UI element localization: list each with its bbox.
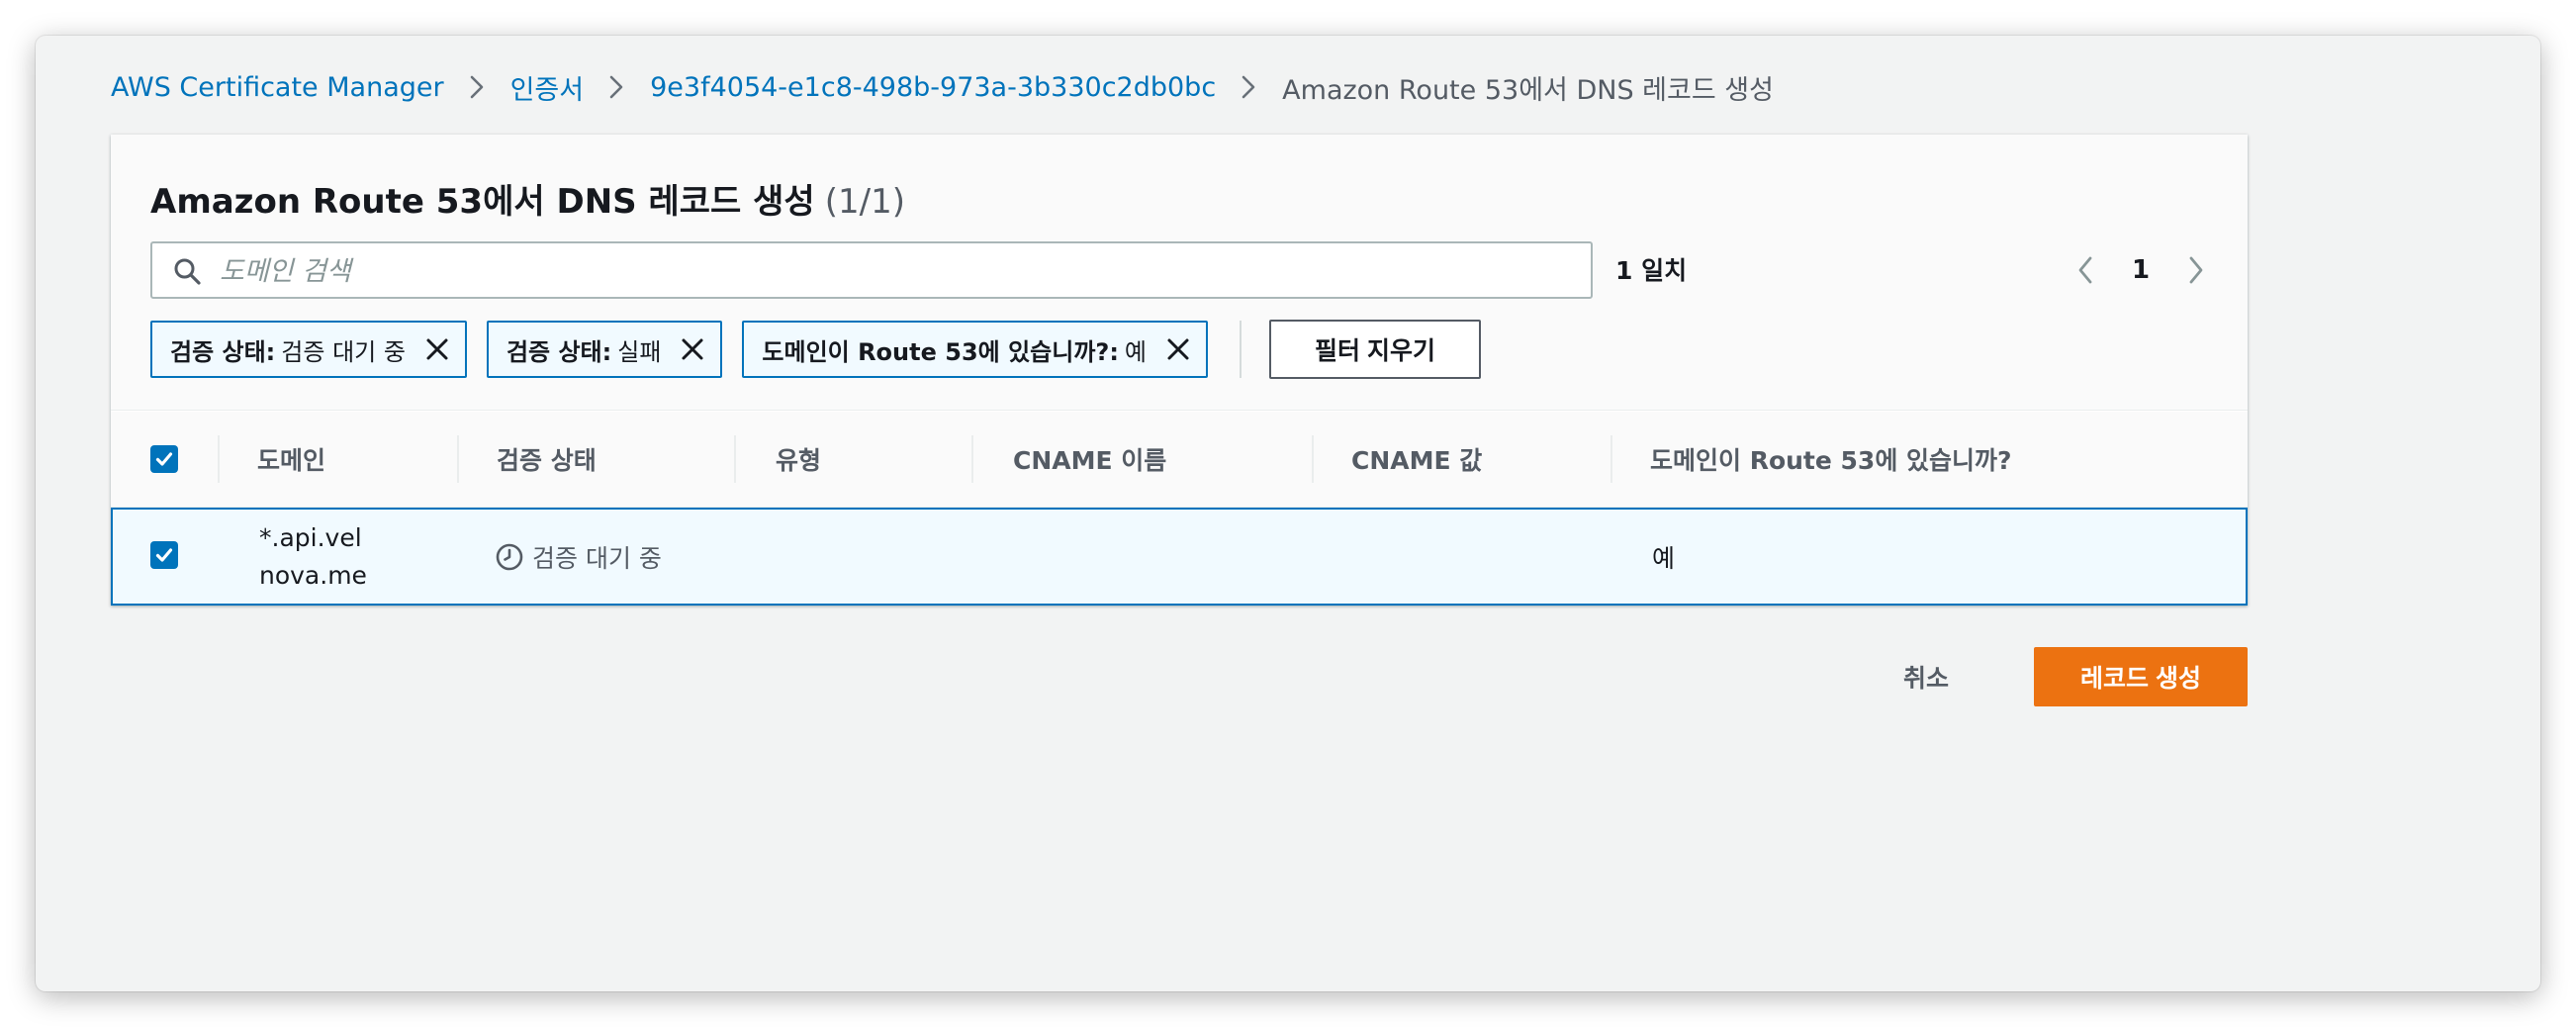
column-divider[interactable] (457, 435, 459, 483)
column-divider (218, 435, 220, 483)
panel-header: Amazon Route 53에서 DNS 레코드 생성(1/1) 1 일치 1 (111, 135, 2248, 411)
filter-token-status-pending: 검증 상태: 검증 대기 중 (150, 321, 467, 378)
chevron-right-icon (609, 75, 623, 99)
clock-icon (495, 542, 524, 572)
status-text: 검증 대기 중 (532, 543, 662, 573)
console-window: AWS Certificate Manager 인증서 9e3f4054-e1c… (36, 36, 2540, 991)
chevron-right-icon (470, 75, 484, 99)
breadcrumb-link-certificate-id[interactable]: 9e3f4054-e1c8-498b-973a-3b330c2db0bc (650, 72, 1216, 103)
pagination: 1 (2066, 241, 2216, 299)
breadcrumb-current: Amazon Route 53에서 DNS 레코드 생성 (1282, 74, 1774, 106)
cell-in-route53: 예 (1652, 543, 1676, 573)
select-all-checkbox[interactable] (150, 445, 178, 473)
clear-filters-button[interactable]: 필터 지우기 (1269, 320, 1481, 379)
chevron-right-icon (1242, 75, 1255, 99)
column-divider[interactable] (1312, 435, 1314, 483)
column-header-in-route53[interactable]: 도메인이 Route 53에 있습니까? (1650, 412, 2012, 507)
column-divider[interactable] (734, 435, 736, 483)
match-count: 1 일치 (1615, 256, 1688, 285)
page-number[interactable]: 1 (2105, 255, 2176, 285)
filter-token-value: 예 (1124, 337, 1148, 366)
filter-token-key: 도메인이 Route 53에 있습니까?: (762, 337, 1119, 366)
column-header-cname-name[interactable]: CNAME 이름 (1013, 412, 1166, 507)
filter-token-key: 검증 상태: (170, 337, 276, 366)
column-divider[interactable] (1610, 435, 1612, 483)
filter-token-value: 실패 (617, 337, 662, 366)
filter-token-status-failed: 검증 상태: 실패 (486, 321, 723, 378)
table-header: 도메인 검증 상태 유형 CNAME 이름 CNAME 값 도메인이 Route… (111, 412, 2248, 508)
panel-title-text: Amazon Route 53에서 DNS 레코드 생성 (150, 182, 815, 222)
filter-token-key: 검증 상태: (506, 337, 612, 366)
close-icon[interactable] (677, 333, 708, 365)
breadcrumb: AWS Certificate Manager 인증서 9e3f4054-e1c… (111, 65, 1774, 109)
create-records-button[interactable]: 레코드 생성 (2034, 647, 2248, 706)
search-input[interactable] (218, 249, 1577, 293)
close-icon[interactable] (421, 333, 453, 365)
cell-validation-status: 검증 대기 중 (495, 510, 662, 604)
search-icon (172, 256, 202, 290)
close-icon[interactable] (1162, 333, 1194, 365)
column-divider[interactable] (971, 435, 973, 483)
column-header-cname-value[interactable]: CNAME 값 (1351, 412, 1482, 507)
table-row[interactable]: *.api.velnova.me 검증 대기 중 예 (111, 508, 2248, 606)
filter-divider (1240, 321, 1242, 378)
cancel-button[interactable]: 취소 (1903, 647, 1949, 706)
dns-records-panel: Amazon Route 53에서 DNS 레코드 생성(1/1) 1 일치 1 (111, 135, 2248, 606)
cell-domain: *.api.velnova.me (259, 523, 367, 590)
panel-title: Amazon Route 53에서 DNS 레코드 생성 (1/1) (150, 174, 905, 223)
breadcrumb-link-acm[interactable]: AWS Certificate Manager (111, 72, 444, 103)
column-header-type[interactable]: 유형 (776, 412, 821, 507)
column-header-validation-status[interactable]: 검증 상태 (497, 412, 597, 507)
chevron-left-icon[interactable] (2066, 250, 2105, 290)
filter-token-in-route53: 도메인이 Route 53에 있습니까?: 예 (742, 321, 1209, 378)
filter-token-value: 검증 대기 중 (281, 337, 406, 366)
panel-count: (1/1) (824, 182, 905, 222)
column-header-domain[interactable]: 도메인 (257, 412, 325, 507)
domain-search[interactable] (150, 241, 1593, 299)
breadcrumb-link-certificates[interactable]: 인증서 (510, 68, 585, 107)
filter-tokens: 검증 상태: 검증 대기 중 검증 상태: 실패 도메인이 Route 53에 있습… (150, 320, 1481, 379)
chevron-right-icon[interactable] (2176, 250, 2216, 290)
row-checkbox[interactable] (150, 541, 178, 569)
